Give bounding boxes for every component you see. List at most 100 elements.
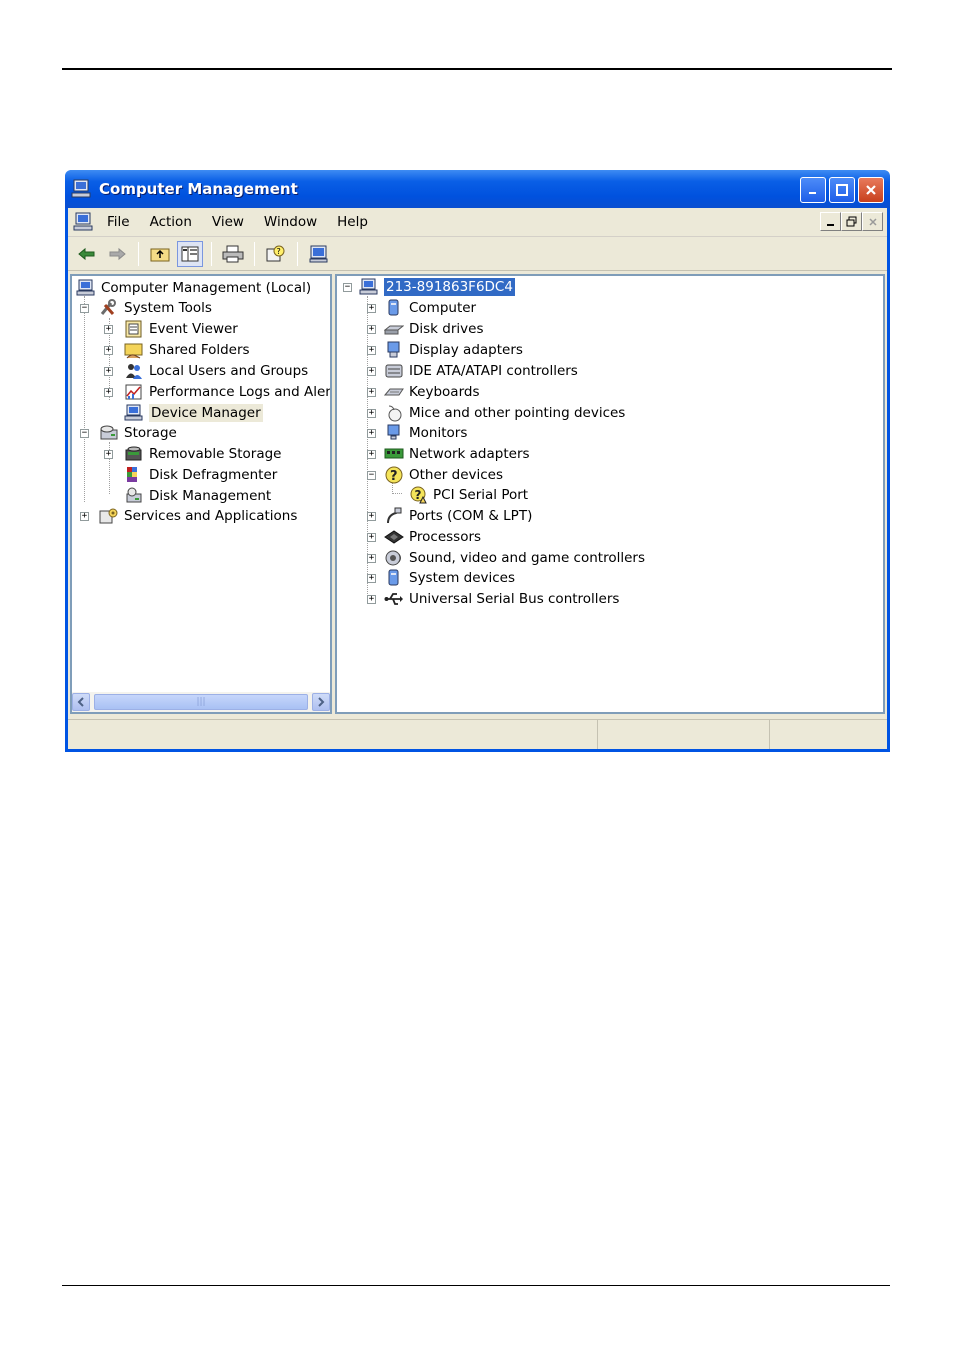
expand-toggle[interactable]: + [367, 450, 376, 459]
title-bar[interactable]: Computer Management [65, 170, 890, 208]
menu-action[interactable]: Action [140, 214, 202, 230]
tree-item-label: Local Users and Groups [149, 363, 309, 379]
collapse-toggle[interactable]: − [80, 304, 89, 313]
device-category-disk-drives[interactable]: Disk drives [384, 319, 484, 339]
tree-item-performance-logs[interactable]: Performance Logs and Alerts [124, 382, 330, 402]
properties-button[interactable] [306, 241, 332, 267]
expand-toggle[interactable]: + [104, 325, 113, 334]
computer-management-window: Computer Management File Action View Win… [65, 170, 890, 752]
tree-item-label: Disk Management [149, 488, 272, 504]
tree-item-system-tools[interactable]: System Tools [99, 298, 212, 318]
print-button[interactable] [220, 241, 246, 267]
device-computer-root[interactable]: 213-891863F6DC4 [359, 277, 515, 297]
chevron-left-icon [77, 697, 84, 707]
expand-toggle[interactable]: + [367, 388, 376, 397]
expand-toggle[interactable]: + [367, 512, 376, 521]
tree-item-removable-storage[interactable]: Removable Storage [124, 444, 282, 464]
svg-text:?: ? [415, 488, 422, 502]
device-category-other-devices[interactable]: ? Other devices [384, 465, 503, 485]
tree-connector [392, 493, 402, 494]
show-hide-tree-icon [181, 246, 199, 261]
expand-toggle[interactable]: + [367, 595, 376, 604]
collapse-toggle[interactable]: − [80, 429, 89, 438]
up-one-level-button[interactable] [147, 241, 173, 267]
scroll-left-button[interactable] [72, 693, 90, 711]
device-category-computer[interactable]: Computer [384, 298, 476, 318]
minimize-button[interactable] [800, 177, 826, 203]
menu-help[interactable]: Help [327, 214, 378, 230]
close-button[interactable] [858, 177, 884, 203]
device-category-sound[interactable]: Sound, video and game controllers [384, 548, 645, 568]
tree-item-event-viewer[interactable]: Event Viewer [124, 319, 238, 339]
expand-toggle[interactable]: + [367, 409, 376, 418]
tree-item-disk-management[interactable]: Disk Management [124, 486, 271, 506]
expand-toggle[interactable]: + [367, 554, 376, 563]
device-category-display-adapters[interactable]: Display adapters [384, 340, 523, 360]
device-category-processors[interactable]: Processors [384, 527, 481, 547]
computer-management-icon[interactable] [73, 212, 95, 232]
tree-item-services-and-applications[interactable]: Services and Applications [99, 506, 297, 526]
help-button[interactable]: ? [263, 241, 289, 267]
minimize-icon [826, 223, 834, 226]
ide-controller-icon [385, 364, 403, 378]
collapse-toggle[interactable]: − [367, 471, 376, 480]
expand-toggle[interactable]: + [104, 367, 113, 376]
menu-view[interactable]: View [202, 214, 254, 230]
device-category-ports[interactable]: Ports (COM & LPT) [384, 506, 532, 526]
child-minimize-button[interactable] [820, 212, 841, 231]
device-category-monitors[interactable]: Monitors [384, 423, 467, 443]
device-item-pci-serial-port[interactable]: ? PCI Serial Port [408, 485, 528, 505]
device-category-system-devices[interactable]: System devices [384, 568, 515, 588]
expand-toggle[interactable]: + [80, 512, 89, 521]
display-adapter-icon [387, 341, 400, 358]
expand-toggle[interactable]: + [367, 304, 376, 313]
tree-item-shared-folders[interactable]: Shared Folders [124, 340, 250, 360]
expand-toggle[interactable]: + [367, 533, 376, 542]
close-icon [868, 217, 877, 226]
tree-item-disk-defragmenter[interactable]: Disk Defragmenter [124, 465, 277, 485]
processor-icon [384, 530, 404, 544]
menu-file[interactable]: File [97, 214, 140, 230]
removable-storage-icon [125, 446, 142, 461]
tree-item-storage[interactable]: Storage [99, 423, 177, 443]
tree-item-label: System Tools [124, 300, 212, 316]
tree-item-local-users[interactable]: Local Users and Groups [124, 361, 308, 381]
system-device-icon [388, 569, 399, 586]
expand-toggle[interactable]: + [367, 574, 376, 583]
scroll-right-button[interactable] [312, 693, 330, 711]
tree-item-label: Event Viewer [149, 321, 238, 337]
device-category-usb-controllers[interactable]: Universal Serial Bus controllers [384, 589, 619, 609]
device-manager-pane: − 213-891863F6DC4 + Computer + Disk driv… [335, 274, 885, 714]
collapse-toggle[interactable]: − [343, 283, 352, 292]
menu-window[interactable]: Window [254, 214, 327, 230]
child-close-button[interactable] [862, 212, 883, 231]
back-button[interactable] [74, 241, 100, 267]
tree-item-device-manager[interactable]: Device Manager [124, 403, 263, 423]
expand-toggle[interactable]: + [367, 325, 376, 334]
mouse-icon [388, 405, 402, 422]
device-category-mice[interactable]: Mice and other pointing devices [384, 403, 625, 423]
expand-toggle[interactable]: + [104, 450, 113, 459]
expand-toggle[interactable]: + [104, 346, 113, 355]
tree-item-label: Other devices [409, 467, 503, 483]
forward-button[interactable] [104, 241, 130, 267]
device-category-keyboards[interactable]: Keyboards [384, 382, 480, 402]
horizontal-scrollbar[interactable]: ||| [72, 692, 330, 712]
status-cell [598, 720, 770, 749]
tree-item-label: System devices [409, 570, 516, 586]
device-category-ide-controllers[interactable]: IDE ATA/ATAPI controllers [384, 361, 578, 381]
maximize-button[interactable] [829, 177, 855, 203]
show-hide-tree-button[interactable] [177, 240, 203, 267]
device-category-network-adapters[interactable]: Network adapters [384, 444, 530, 464]
expand-toggle[interactable]: + [367, 429, 376, 438]
network-adapter-icon [384, 448, 404, 459]
maximize-icon [836, 184, 848, 196]
status-cell [770, 720, 887, 749]
scroll-thumb[interactable]: ||| [94, 694, 308, 710]
expand-toggle[interactable]: + [104, 388, 113, 397]
child-restore-button[interactable] [841, 212, 862, 231]
tree-item-label: Mice and other pointing devices [409, 405, 626, 421]
tree-item-computer-management[interactable]: Computer Management (Local) [76, 278, 311, 298]
expand-toggle[interactable]: + [367, 346, 376, 355]
expand-toggle[interactable]: + [367, 367, 376, 376]
